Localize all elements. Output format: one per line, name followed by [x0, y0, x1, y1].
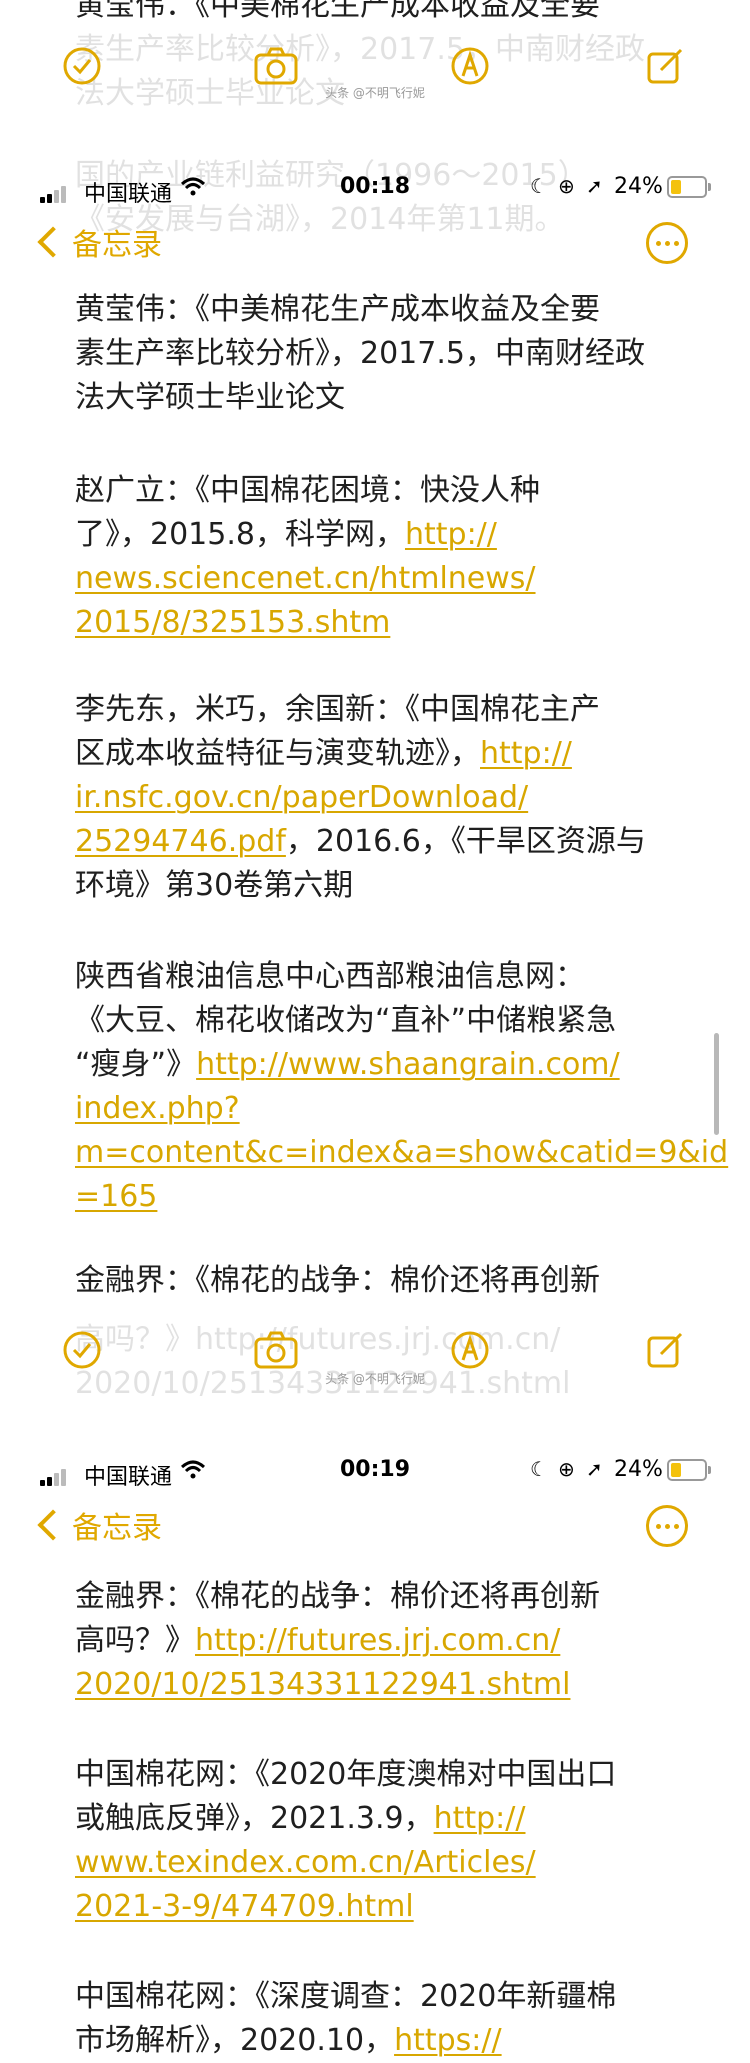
- url-link[interactable]: http://www.shaangrain.com/: [196, 1047, 620, 1082]
- location-icon: ➚: [586, 1457, 603, 1481]
- note-line: 素生产率比较分析》，2017.5，中南财经政: [75, 332, 645, 376]
- back-button[interactable]: 备忘录: [37, 1503, 162, 1547]
- rotation-lock-icon: ⊕: [558, 1457, 575, 1481]
- note-line: 2020/10/25134331122941.shtml: [75, 1663, 570, 1707]
- markup-icon[interactable]: [450, 46, 490, 86]
- url-link[interactable]: http://futures.jrj.com.cn/: [195, 1623, 560, 1658]
- note-line: 金融界：《棉花的战争：棉价还将再创新: [75, 1259, 600, 1303]
- back-label: 备忘录: [72, 228, 162, 263]
- back-label: 备忘录: [72, 1511, 162, 1546]
- note-line: news.sciencenet.cn/htmlnews/: [75, 557, 536, 601]
- reference-text: 金融界：《棉花的战争：棉价还将再创新: [75, 1579, 600, 1614]
- url-link[interactable]: ir.nsfc.gov.cn/paperDownload/: [75, 780, 528, 815]
- url-link[interactable]: 2015/8/325153.shtm: [75, 605, 390, 640]
- reference-text: 了》，2015.8，科学网，: [75, 517, 405, 552]
- rotation-lock-icon: ⊕: [558, 174, 575, 198]
- note-line: “瘦身”》http://www.shaangrain.com/: [75, 1043, 620, 1087]
- reference-text: “瘦身”》: [75, 1047, 197, 1082]
- url-link[interactable]: m=content&c=index&a=show&catid=9&id: [75, 1135, 728, 1170]
- note-line: 市场解析》，2020.10，https://: [75, 2019, 502, 2063]
- url-link[interactable]: http://: [434, 1801, 526, 1836]
- more-icon[interactable]: [646, 1505, 688, 1547]
- markup-icon[interactable]: [450, 1330, 490, 1370]
- reference-text: 金融界：《棉花的战争：棉价还将再创新: [75, 1263, 600, 1298]
- scrollbar[interactable]: [714, 1033, 719, 1135]
- reference-text: 素生产率比较分析》，2017.5，中南财经政: [75, 336, 645, 371]
- note-line: 黄莹伟：《中美棉花生产成本收益及全要: [75, 288, 600, 332]
- status-bar: 中国联通 00:18 ☾ ⊕ ➚ 24%: [0, 168, 750, 208]
- reference-text: 《大豆、棉花收储改为“直补”中储粮紧急: [75, 1003, 617, 1038]
- note-line: 区成本收益特征与演变轨迹》，http://: [75, 732, 572, 776]
- compose-icon[interactable]: [645, 1330, 685, 1370]
- note-line: 金融界：《棉花的战争：棉价还将再创新: [75, 1575, 600, 1619]
- url-link[interactable]: http://: [405, 517, 497, 552]
- compose-icon[interactable]: [645, 46, 685, 86]
- note-line: 环境》第30卷第六期: [75, 864, 353, 908]
- note-line: 或触底反弹》，2021.3.9，http://: [75, 1797, 526, 1841]
- battery-percent: 24%: [614, 1457, 663, 1482]
- status-bar: 中国联通 00:19 ☾ ⊕ ➚ 24%: [0, 1451, 750, 1491]
- note-line: 2015/8/325153.shtm: [75, 601, 390, 645]
- note-line: 高吗？》http://futures.jrj.com.cn/: [75, 1619, 560, 1663]
- note-line: 2021-3-9/474709.html: [75, 1885, 414, 1929]
- back-chevron-icon: [37, 226, 69, 258]
- reference-text: 黄莹伟：《中美棉花生产成本收益及全要: [75, 292, 600, 327]
- moon-icon: ☾: [530, 174, 548, 198]
- url-link[interactable]: 2020/10/25134331122941.shtml: [75, 1667, 570, 1702]
- note-line: =165: [75, 1175, 157, 1219]
- note-line: m=content&c=index&a=show&catid=9&id: [75, 1131, 728, 1175]
- location-icon: ➚: [586, 174, 603, 198]
- watermark: 头条 @不明飞行妮: [325, 1372, 425, 1386]
- reference-text: 或触底反弹》，2021.3.9，: [75, 1801, 434, 1836]
- note-line: 《大豆、棉花收储改为“直补”中储粮紧急: [75, 999, 616, 1043]
- reference-text: 法大学硕士毕业论文: [75, 380, 345, 415]
- note-line: 中国棉花网：《2020年度澳棉对中国出口: [75, 1753, 616, 1797]
- note-line: 了》，2015.8，科学网，http://: [75, 513, 497, 557]
- url-link[interactable]: index.php?: [75, 1091, 240, 1126]
- reference-text: ，2016.6，《干旱区资源与: [285, 824, 646, 859]
- note-line: 陕西省粮油信息中心西部粮油信息网：: [75, 955, 585, 999]
- reference-text: 区成本收益特征与演变轨迹》，: [75, 736, 480, 771]
- note-line: www.texindex.com.cn/Articles/: [75, 1841, 536, 1885]
- note-line: 李先东，米巧，余国新：《中国棉花主产: [75, 688, 600, 732]
- back-chevron-icon: [37, 1509, 69, 1541]
- url-link[interactable]: 2021-3-9/474709.html: [75, 1889, 414, 1924]
- reference-text: 环境》第30卷第六期: [75, 868, 354, 903]
- url-link[interactable]: www.texindex.com.cn/Articles/: [75, 1845, 536, 1880]
- checklist-icon[interactable]: [62, 46, 102, 86]
- camera-icon[interactable]: [253, 1330, 299, 1370]
- note-line: 法大学硕士毕业论文: [75, 376, 345, 420]
- reference-text: 中国棉花网：《2020年度澳棉对中国出口: [75, 1757, 617, 1792]
- note-line: index.php?: [75, 1087, 240, 1131]
- battery-icon: [667, 1459, 711, 1481]
- url-link[interactable]: http://: [480, 736, 572, 771]
- watermark: 头条 @不明飞行妮: [325, 86, 425, 100]
- note-line: ir.nsfc.gov.cn/paperDownload/: [75, 776, 528, 820]
- checklist-icon[interactable]: [62, 1330, 102, 1370]
- reference-text: 中国棉花网：《深度调查：2020年新疆棉: [75, 1979, 617, 2014]
- url-link[interactable]: 25294746.pdf: [75, 824, 286, 859]
- url-link[interactable]: =165: [75, 1179, 157, 1214]
- reference-text: 赵广立：《中国棉花困境：快没人种: [75, 473, 540, 508]
- url-link[interactable]: news.sciencenet.cn/htmlnews/: [75, 561, 536, 596]
- battery-icon: [667, 176, 711, 198]
- moon-icon: ☾: [530, 1457, 548, 1481]
- reference-text: 李先东，米巧，余国新：《中国棉花主产: [75, 692, 600, 727]
- note-line: 赵广立：《中国棉花困境：快没人种: [75, 469, 540, 513]
- note-line: 中国棉花网：《深度调查：2020年新疆棉: [75, 1975, 616, 2019]
- back-button[interactable]: 备忘录: [37, 220, 162, 264]
- camera-icon[interactable]: [253, 46, 299, 86]
- battery-percent: 24%: [614, 174, 663, 199]
- reference-text: 高吗？》: [75, 1623, 195, 1658]
- more-icon[interactable]: [646, 222, 688, 264]
- note-line: 25294746.pdf，2016.6，《干旱区资源与: [75, 820, 646, 864]
- reference-text: 陕西省粮油信息中心西部粮油信息网：: [75, 959, 585, 994]
